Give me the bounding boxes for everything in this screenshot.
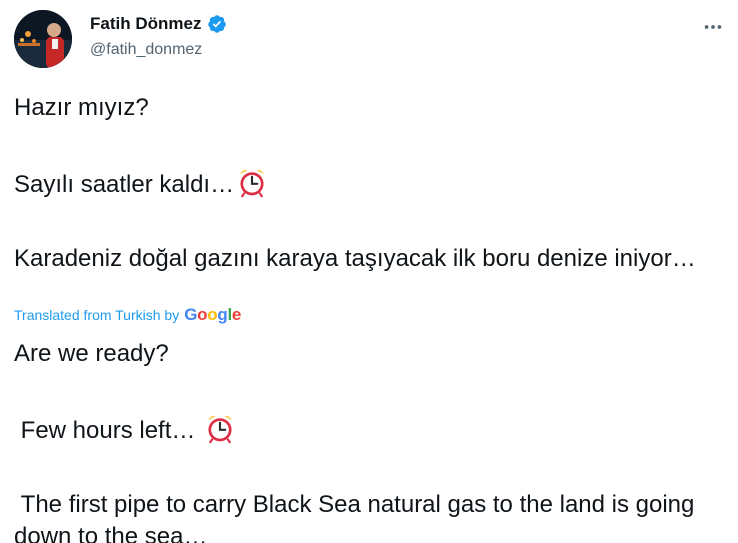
- verified-badge-icon: [207, 14, 227, 34]
- tweet-line-1: Hazır mıyız?: [14, 94, 149, 121]
- google-logo: Google: [184, 305, 242, 324]
- more-options-button[interactable]: [698, 14, 728, 44]
- alarm-clock-icon: [204, 412, 236, 444]
- tweet-text: Hazır mıyız? Sayılı saatler kaldı… Karad…: [14, 92, 726, 275]
- author-name-row[interactable]: Fatih Dönmez: [90, 14, 227, 34]
- translation-attribution[interactable]: Translated from Turkish by Google: [14, 305, 241, 325]
- tweet-translation: Are we ready? Few hours left… The first …: [14, 338, 726, 543]
- tweet-line-2: Sayılı saatler kaldı…: [14, 166, 726, 201]
- tweet-card: Fatih Dönmez @fatih_donmez Hazır mıyız? …: [0, 0, 738, 543]
- translation-line-1: Are we ready?: [14, 340, 169, 367]
- tweet-line-3: Karadeniz doğal gazını karaya taşıyacak …: [14, 245, 696, 272]
- translation-label[interactable]: Translated from Turkish by: [14, 307, 179, 323]
- avatar[interactable]: [14, 10, 72, 68]
- author-handle[interactable]: @fatih_donmez: [90, 41, 202, 59]
- translation-line-3: The first pipe to carry Black Sea natura…: [14, 491, 702, 543]
- tweet-line-2-text: Sayılı saatler kaldı…: [14, 171, 235, 198]
- alarm-clock-icon: [236, 166, 268, 198]
- translation-line-2-text: Few hours left…: [14, 417, 196, 444]
- author-display-name[interactable]: Fatih Dönmez: [90, 14, 201, 34]
- translation-line-2: Few hours left…: [14, 412, 726, 447]
- more-horizontal-icon: [702, 16, 724, 43]
